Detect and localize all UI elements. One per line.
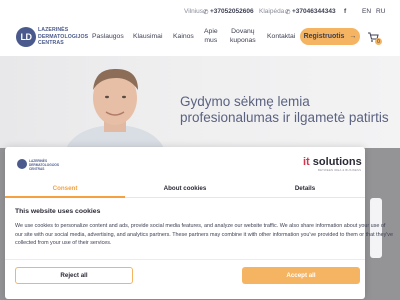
nav-services[interactable]: Paslaugos	[92, 32, 124, 41]
tab-details[interactable]: Details	[245, 185, 365, 192]
city-klaipeda: Klaipėda	[259, 8, 285, 15]
cmp-brand-tagline: BETWEEN IDEA & BUSINESS	[318, 168, 362, 172]
logo-icon[interactable]: LD	[16, 27, 36, 47]
lang-en[interactable]: EN	[362, 8, 371, 15]
hero-title: Gydymo sėkmę lemia profesionalumas ir il…	[180, 94, 389, 125]
tab-consent[interactable]: Consent	[5, 185, 125, 192]
facebook-icon[interactable]: f	[344, 8, 346, 15]
cart-count-badge: 0	[375, 38, 382, 45]
active-tab-indicator	[5, 196, 125, 198]
phone-vilnius[interactable]: +37052052606	[210, 8, 254, 15]
register-label: Registruotis	[303, 33, 345, 40]
cmp-brand-name: solutions	[312, 156, 362, 168]
nav-contacts[interactable]: Kontaktai	[267, 32, 295, 41]
arrow-right-icon: →	[349, 33, 357, 40]
cookie-heading: This website uses cookies	[15, 208, 101, 215]
nav-gift-coupon[interactable]: Dovanų kuponas	[230, 27, 256, 45]
lang-ru[interactable]: RU	[376, 8, 385, 15]
nav-prices[interactable]: Kainos	[173, 32, 194, 41]
phone-icon: ✆	[203, 9, 209, 16]
reject-all-button[interactable]: Reject all	[15, 267, 133, 284]
nav-about-line2: mus	[204, 37, 218, 44]
phone-icon: ✆	[285, 9, 291, 16]
nav-gift-line1: Dovanų	[231, 28, 255, 35]
cmp-brand-logo: it solutions	[303, 156, 362, 168]
site-header: LD LAZERINĖS DERMATOLOGIJOS CENTRAS Viln…	[0, 0, 400, 56]
city-vilnius: Vilnius	[184, 8, 204, 15]
phone-klaipeda[interactable]: +37046344343	[292, 8, 336, 15]
nav-gift-line2: kuponas	[230, 37, 256, 44]
cmp-brand-prefix: it	[303, 156, 310, 168]
register-button[interactable]: Registruotis →	[300, 28, 360, 45]
nav-about-line1: Apie	[204, 28, 218, 35]
nav-about[interactable]: Apie mus	[204, 27, 218, 45]
accept-all-button[interactable]: Accept all	[242, 267, 360, 284]
cookie-consent-dialog: LAZERINĖS DERMATOLOGIJOS CENTRAS it solu…	[5, 147, 393, 299]
dialog-divider	[5, 259, 365, 260]
dialog-logo-text: LAZERINĖS DERMATOLOGIJOS CENTRAS	[29, 159, 59, 171]
doctor-photo	[66, 68, 164, 148]
contact-bar: Vilnius ✆ +37052052606 Klaipėda ✆ +37046…	[184, 8, 396, 18]
cookie-tabs: Consent About cookies Details	[5, 183, 365, 199]
logo-text[interactable]: LAZERINĖS DERMATOLOGIJOS CENTRAS	[38, 27, 88, 47]
tab-about-cookies[interactable]: About cookies	[125, 185, 245, 192]
nav-faq[interactable]: Klausimai	[133, 32, 162, 41]
hero-section: Gydymo sėkmę lemia profesionalumas ir il…	[0, 56, 400, 148]
dialog-logo-icon	[17, 159, 27, 169]
cookie-body-text: We use cookies to personalize content an…	[15, 223, 393, 247]
